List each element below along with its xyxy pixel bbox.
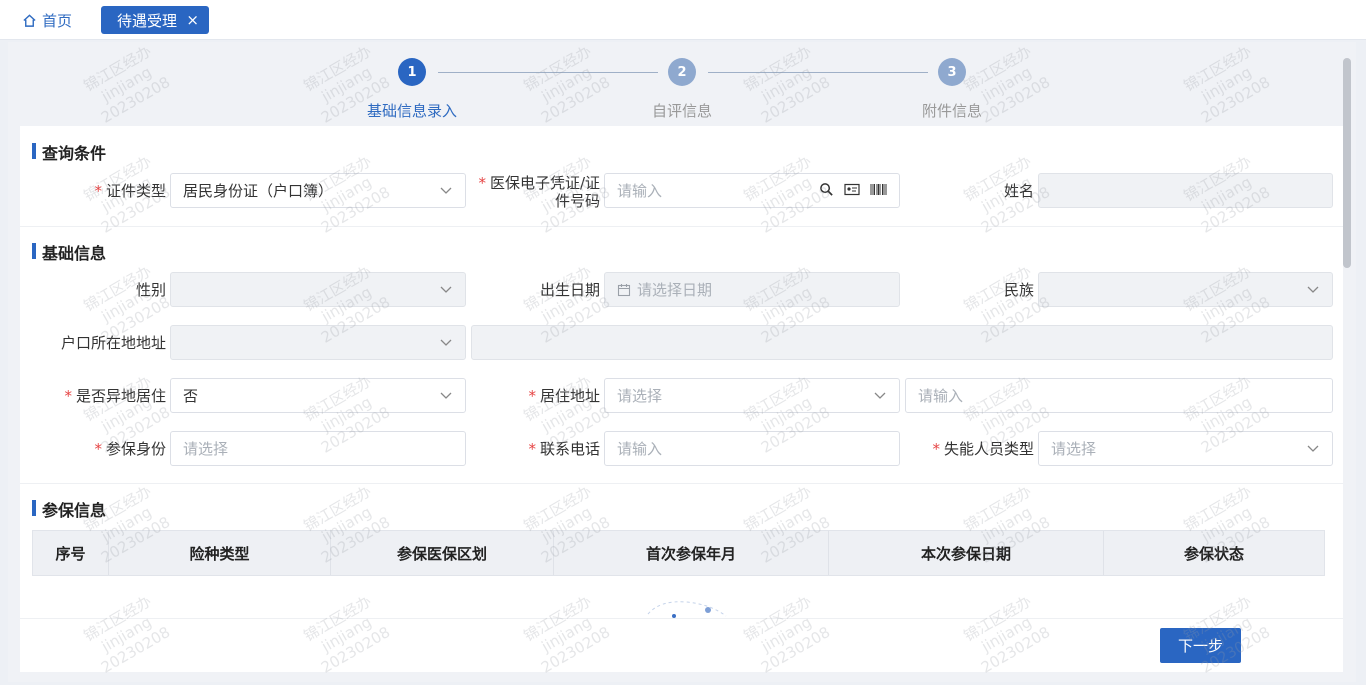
step-connector	[708, 72, 928, 73]
cert-type-select[interactable]: 居民身份证（户口簿）	[170, 173, 466, 208]
section-title-query: 查询条件	[32, 140, 106, 164]
next-step-button[interactable]: 下一步	[1160, 628, 1241, 663]
home-icon	[23, 13, 36, 27]
remote-residence-select[interactable]: 否	[170, 378, 466, 413]
tab-bar: 首页 待遇受理 ×	[0, 0, 1366, 40]
disability-type-label: * 失能人员类型	[932, 440, 1034, 458]
section-title-basic: 基础信息	[32, 240, 106, 264]
search-icon[interactable]	[819, 182, 834, 197]
chevron-down-icon	[874, 392, 886, 399]
phone-label: * 联系电话	[528, 440, 600, 458]
disability-type-select[interactable]: 请选择	[1038, 431, 1333, 466]
tab-home[interactable]: 首页	[22, 8, 72, 32]
hukou-label: 户口所在地地址	[60, 334, 166, 352]
scrollbar[interactable]	[1343, 58, 1351, 268]
residence-address-input[interactable]: 请输入	[905, 378, 1333, 413]
step-3-circle[interactable]: 3	[938, 58, 966, 86]
footer-divider	[20, 618, 1343, 619]
column-header: 序号	[33, 531, 109, 575]
step-1-circle[interactable]: 1	[398, 58, 426, 86]
id-card-icon[interactable]	[844, 183, 860, 196]
column-header: 参保医保区划	[331, 531, 554, 575]
chevron-down-icon	[440, 187, 452, 194]
residence-region-select[interactable]: 请选择	[604, 378, 900, 413]
gender-label: 性别	[135, 281, 166, 299]
chevron-down-icon	[1307, 286, 1319, 293]
tab-treatment-acceptance[interactable]: 待遇受理 ×	[101, 6, 209, 34]
insured-identity-select[interactable]: 请选择	[170, 431, 466, 466]
tab-home-label: 首页	[42, 11, 73, 30]
calendar-icon	[617, 283, 631, 296]
name-field	[1038, 173, 1333, 208]
birth-label: 出生日期	[539, 281, 600, 299]
barcode-icon[interactable]	[870, 183, 887, 196]
insured-identity-label: * 参保身份	[94, 440, 166, 458]
tab-active-label: 待遇受理	[117, 11, 178, 30]
step-3-label: 附件信息	[921, 102, 982, 120]
gender-select[interactable]	[170, 272, 466, 307]
chevron-down-icon	[440, 339, 452, 346]
section-divider	[20, 226, 1343, 227]
step-connector	[438, 72, 658, 73]
loading-spinner-icon	[647, 601, 727, 618]
column-header: 首次参保年月	[554, 531, 829, 575]
hukou-address-input[interactable]	[471, 325, 1333, 360]
name-label: 姓名	[1003, 182, 1034, 200]
column-header: 险种类型	[109, 531, 331, 575]
chevron-down-icon	[440, 392, 452, 399]
ethnicity-select[interactable]	[1038, 272, 1333, 307]
id-number-label: * 医保电子凭证/证 件号码	[478, 174, 600, 210]
column-header: 本次参保日期	[829, 531, 1104, 575]
residence-label: * 居住地址	[528, 387, 600, 405]
birth-date-picker[interactable]: 请选择日期	[604, 272, 900, 307]
insurance-table-header: 序号 险种类型 参保医保区划 首次参保年月 本次参保日期 参保状态	[32, 530, 1325, 576]
chevron-down-icon	[1307, 445, 1319, 452]
chevron-down-icon	[440, 286, 452, 293]
hukou-region-select[interactable]	[170, 325, 466, 360]
step-2-circle[interactable]: 2	[668, 58, 696, 86]
step-1-label: 基础信息录入	[366, 102, 457, 120]
section-title-insurance: 参保信息	[32, 497, 106, 521]
phone-input[interactable]: 请输入	[604, 431, 900, 466]
section-divider	[20, 483, 1343, 484]
close-icon[interactable]: ×	[186, 11, 199, 29]
ethnicity-label: 民族	[1003, 281, 1034, 299]
remote-residence-label: * 是否异地居住	[64, 387, 166, 405]
column-header: 参保状态	[1183, 544, 1244, 563]
id-number-input[interactable]: 请输入	[604, 173, 900, 208]
cert-type-label: * 证件类型	[94, 182, 166, 200]
step-2-label: 自评信息	[651, 102, 712, 120]
